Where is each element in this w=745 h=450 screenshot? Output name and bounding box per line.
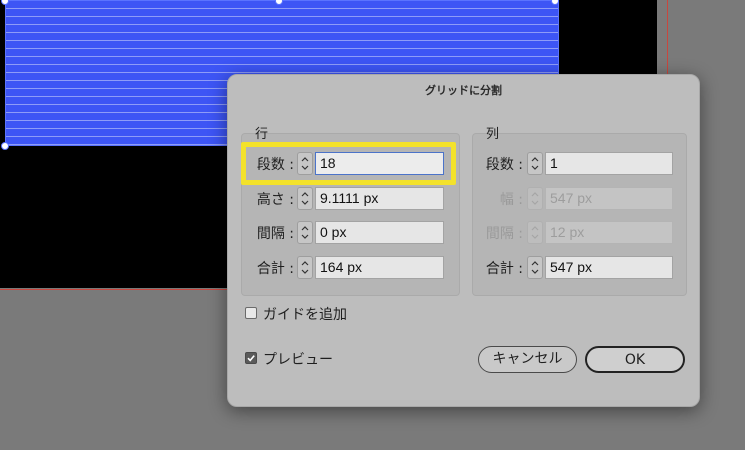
add-guides-label[interactable]: ガイドを追加 [263,304,347,324]
stepper-arrows-icon [531,261,539,274]
columns-gutter-label: 間隔 : [485,226,523,242]
rows-group-label: 行 [255,127,269,142]
rows-height-stepper[interactable] [297,187,313,210]
stepper-arrows-icon [301,261,309,274]
preview-label[interactable]: プレビュー [263,349,333,369]
stepper-arrows-icon [531,226,539,239]
columns-total-stepper[interactable] [527,256,543,279]
rows-height-label: 高さ : [256,192,294,208]
ok-button[interactable]: OK [585,346,685,373]
rows-gutter-label: 間隔 : [256,226,294,242]
columns-gutter-input: 12 px [545,221,673,244]
columns-count-input[interactable]: 1 [545,152,673,175]
dialog-title: グリッドに分割 [425,84,502,97]
checkmark-icon [247,355,255,362]
columns-count-label: 段数 : [485,157,523,173]
selection-handle[interactable] [1,142,9,150]
preview-checkbox[interactable] [245,352,257,364]
rows-total-label: 合計 : [256,261,294,277]
rows-total-stepper[interactable] [297,256,313,279]
columns-total-label: 合計 : [485,261,523,277]
columns-width-label: 幅 : [499,192,523,208]
columns-total-input[interactable]: 547 px [545,256,673,279]
rows-height-input[interactable]: 9.1111 px [315,187,444,210]
rows-gutter-input[interactable]: 0 px [315,221,444,244]
highlight-annotation [241,142,456,185]
stepper-arrows-icon [301,192,309,205]
columns-count-stepper[interactable] [527,152,543,175]
rows-total-input[interactable]: 164 px [315,256,444,279]
stepper-arrows-icon [531,192,539,205]
columns-width-input: 547 px [545,187,673,210]
add-guides-checkbox[interactable] [245,307,257,319]
columns-gutter-stepper [527,221,543,244]
stepper-arrows-icon [301,226,309,239]
stepper-arrows-icon [531,157,539,170]
columns-width-stepper [527,187,543,210]
columns-group-label: 列 [486,127,500,142]
rows-gutter-stepper[interactable] [297,221,313,244]
cancel-button[interactable]: キャンセル [478,346,577,373]
